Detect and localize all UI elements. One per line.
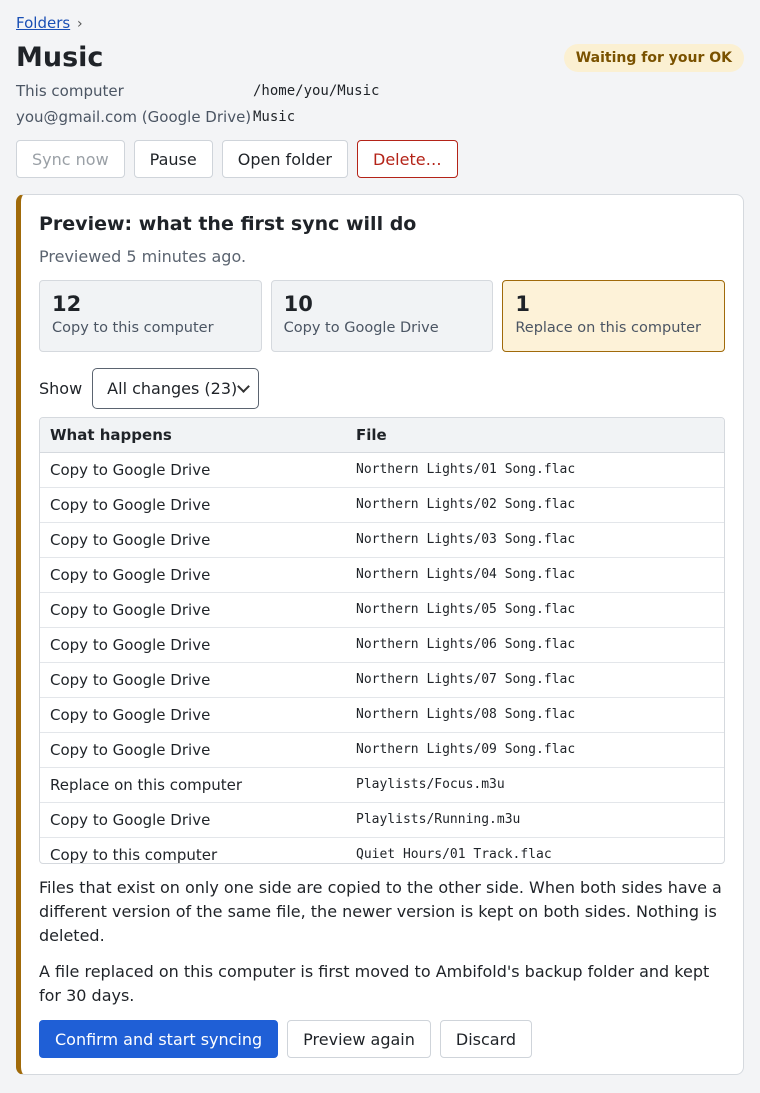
preview-timestamp: Previewed 5 minutes ago. bbox=[39, 247, 247, 266]
stat-count: 10 bbox=[283, 292, 313, 316]
sync-now-button[interactable]: Sync now bbox=[16, 140, 125, 178]
preview-stats: 12 Copy to this computer 10 Copy to Goog… bbox=[39, 280, 726, 352]
location-path: /home/you/Music bbox=[253, 83, 380, 99]
changes-table-scroll[interactable]: What happens File Copy to Google Drive No… bbox=[39, 417, 725, 864]
row-action: Copy to Google Drive bbox=[40, 452, 346, 488]
table-row: Replace on this computer Playlists/Focus.… bbox=[40, 767, 724, 803]
column-header-action: What happens bbox=[40, 418, 346, 453]
table-row: Copy to Google Drive Northern Lights/08 S… bbox=[40, 697, 724, 733]
table-row: Copy to Google Drive Northern Lights/09 S… bbox=[40, 732, 724, 768]
table-row: Copy to Google Drive Northern Lights/02 S… bbox=[40, 487, 724, 523]
status-badge: Waiting for your OK bbox=[563, 44, 744, 72]
folder-actions: Sync now Pause Open folder Delete… bbox=[16, 140, 744, 178]
row-file: Northern Lights/01 Song.flac bbox=[346, 452, 724, 488]
folder-page: Folders › Music Waiting for your OK This… bbox=[0, 0, 760, 1075]
changes-table-body: Copy to Google Drive Northern Lights/01 S… bbox=[40, 452, 724, 863]
row-action: Copy to Google Drive bbox=[40, 557, 346, 593]
chevron-down-icon bbox=[237, 380, 251, 393]
table-row: Copy to Google Drive Northern Lights/06 S… bbox=[40, 627, 724, 663]
row-file: Northern Lights/05 Song.flac bbox=[346, 592, 724, 628]
location-path: Music bbox=[253, 109, 296, 125]
location-remote: you@gmail.com (Google Drive) Music bbox=[16, 104, 744, 130]
stat-copy-to-computer: 12 Copy to this computer bbox=[39, 280, 262, 352]
preview-again-button[interactable]: Preview again bbox=[287, 1020, 431, 1058]
row-action: Copy to Google Drive bbox=[40, 802, 346, 838]
row-file: Northern Lights/08 Song.flac bbox=[346, 697, 724, 733]
change-filter: Show All changes (23) bbox=[39, 368, 725, 409]
row-file: Northern Lights/04 Song.flac bbox=[346, 557, 724, 593]
title-row: Music Waiting for your OK bbox=[16, 38, 744, 78]
breadcrumb: Folders › bbox=[16, 14, 744, 36]
row-action: Copy to Google Drive bbox=[40, 732, 346, 768]
row-file: Playlists/Running.m3u bbox=[346, 802, 724, 838]
table-row: Copy to Google Drive Northern Lights/03 S… bbox=[40, 522, 724, 558]
table-row: Copy to Google Drive Northern Lights/04 S… bbox=[40, 557, 724, 593]
row-action: Replace on this computer bbox=[40, 767, 346, 803]
pause-button[interactable]: Pause bbox=[133, 140, 213, 178]
confirm-sync-button[interactable]: Confirm and start syncing bbox=[39, 1020, 279, 1058]
stat-label: Replace on this computer bbox=[515, 320, 701, 336]
sync-rules-note: Files that exist on only one side are co… bbox=[39, 878, 722, 945]
stat-label: Copy to this computer bbox=[52, 320, 214, 336]
page-title: Music bbox=[16, 42, 104, 73]
stat-count: 1 bbox=[515, 292, 530, 316]
row-file: Northern Lights/02 Song.flac bbox=[346, 487, 724, 523]
table-row: Copy to Google Drive Northern Lights/05 S… bbox=[40, 592, 724, 628]
row-action: Copy to Google Drive bbox=[40, 697, 346, 733]
stat-copy-to-drive: 10 Copy to Google Drive bbox=[270, 280, 494, 352]
filter-label: Show bbox=[39, 379, 83, 398]
row-action: Copy to this computer bbox=[40, 837, 346, 863]
stat-replace-on-computer: 1 Replace on this computer bbox=[502, 280, 726, 352]
location-local: This computer /home/you/Music bbox=[16, 78, 744, 104]
location-label: This computer bbox=[16, 82, 124, 100]
row-action: Copy to Google Drive bbox=[40, 592, 346, 628]
row-action: Copy to Google Drive bbox=[40, 627, 346, 663]
breadcrumb-folders-link[interactable]: Folders bbox=[16, 14, 70, 32]
row-file: Quiet Hours/01 Track.flac bbox=[346, 837, 724, 863]
preview-heading: Preview: what the first sync will do bbox=[39, 213, 417, 235]
location-label: you@gmail.com (Google Drive) bbox=[16, 108, 252, 126]
backup-note: A file replaced on this computer is firs… bbox=[39, 962, 710, 1005]
row-file: Northern Lights/03 Song.flac bbox=[346, 522, 724, 558]
table-row: Copy to Google Drive Playlists/Running.m3… bbox=[40, 802, 724, 838]
preview-actions: Confirm and start syncing Preview again … bbox=[39, 1020, 725, 1058]
table-header-row: What happens File bbox=[40, 418, 724, 453]
table-row: Copy to Google Drive Northern Lights/07 S… bbox=[40, 662, 724, 698]
row-action: Copy to Google Drive bbox=[40, 522, 346, 558]
sync-preview-card: Preview: what the first sync will do Pre… bbox=[16, 194, 744, 1075]
row-file: Playlists/Focus.m3u bbox=[346, 767, 724, 803]
open-folder-button[interactable]: Open folder bbox=[221, 140, 348, 178]
stat-count: 12 bbox=[52, 292, 82, 316]
changes-table: What happens File Copy to Google Drive No… bbox=[40, 418, 724, 863]
discard-button[interactable]: Discard bbox=[439, 1020, 533, 1058]
filter-selected-value: All changes (23) bbox=[107, 379, 238, 398]
row-file: Northern Lights/06 Song.flac bbox=[346, 627, 724, 663]
filter-select[interactable]: All changes (23) bbox=[92, 368, 260, 409]
chevron-right-icon: › bbox=[76, 16, 83, 32]
table-row: Copy to Google Drive Northern Lights/01 S… bbox=[40, 452, 724, 488]
row-file: Northern Lights/09 Song.flac bbox=[346, 732, 724, 768]
row-action: Copy to Google Drive bbox=[40, 662, 346, 698]
delete-button[interactable]: Delete… bbox=[357, 140, 458, 178]
table-row: Copy to this computer Quiet Hours/01 Trac… bbox=[40, 837, 724, 863]
stat-label: Copy to Google Drive bbox=[283, 320, 439, 336]
column-header-file: File bbox=[346, 418, 724, 453]
row-action: Copy to Google Drive bbox=[40, 487, 346, 523]
row-file: Northern Lights/07 Song.flac bbox=[346, 662, 724, 698]
